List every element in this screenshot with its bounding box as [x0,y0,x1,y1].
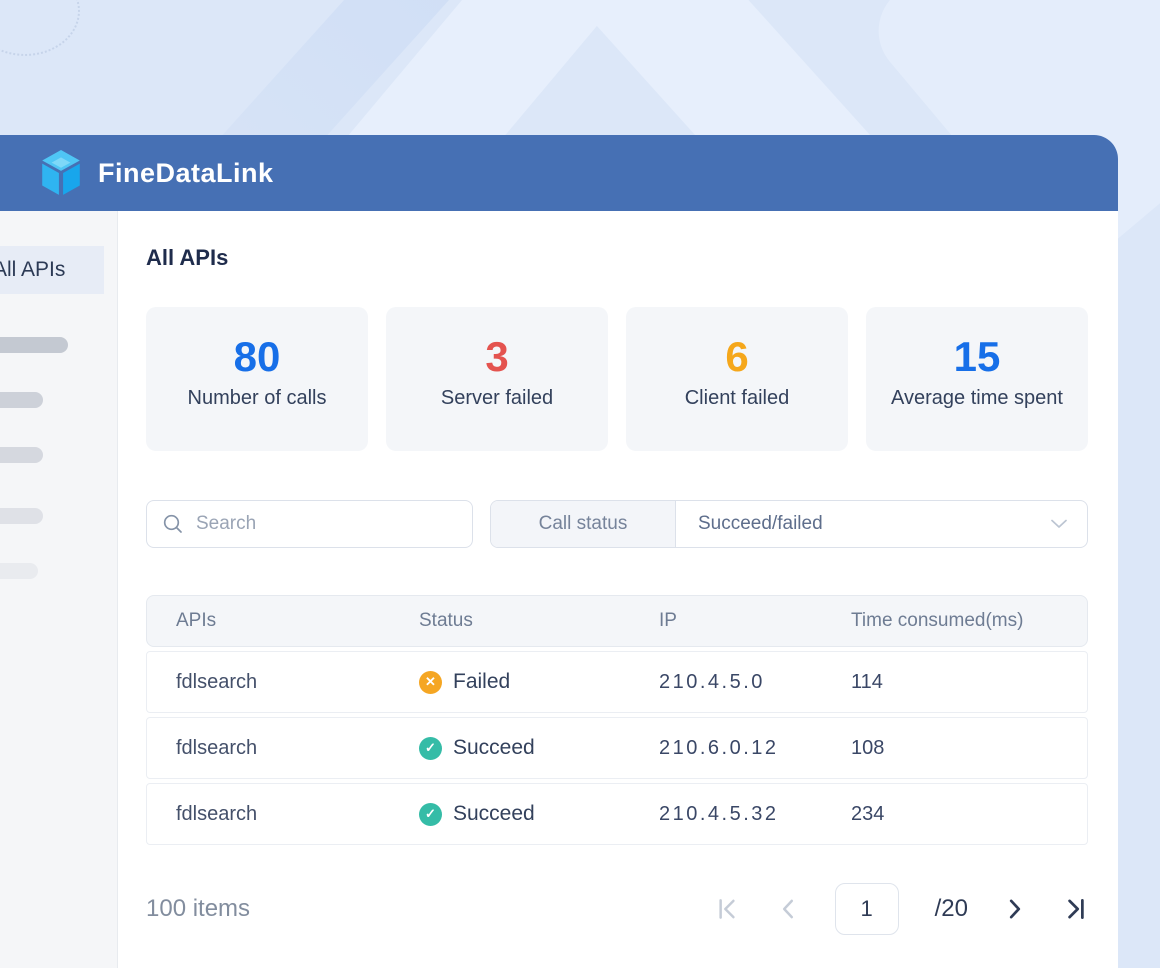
total-pages-label: /20 [935,895,968,923]
next-page-icon [1004,896,1026,922]
column-header-apis: APIs [147,610,419,632]
call-status-label: Call status [491,501,676,547]
stat-card-average-time-spent: 15 Average time spent [866,307,1088,451]
time-consumed-cell: 234 [851,803,1087,826]
sidebar-item-all-apis[interactable]: All APIs [0,246,104,294]
pagination: 1 /20 [715,883,1088,935]
sidebar-skeleton-item [0,563,38,579]
previous-page-button[interactable] [777,896,799,922]
sidebar-item-label: All APIs [0,258,65,282]
api-name-cell: fdlsearch [147,803,419,826]
stat-label: Number of calls [146,387,368,410]
brand-title: FineDataLink [98,158,274,189]
time-consumed-cell: 114 [851,671,1087,694]
stat-card-server-failed: 3 Server failed [386,307,608,451]
previous-page-icon [777,896,799,922]
column-header-status: Status [419,610,659,632]
items-count: 100 items [146,895,250,923]
stat-value: 3 [386,333,608,381]
status-text: Failed [453,670,510,694]
status-cell: ✓ Succeed [419,736,659,760]
brand-logo-cube-icon [38,149,84,197]
status-text: Succeed [453,736,535,760]
column-header-ip: IP [659,610,851,632]
status-cell: ✓ Succeed [419,802,659,826]
sidebar-skeleton-item [0,392,43,408]
search-box[interactable] [146,500,473,548]
status-succeed-icon: ✓ [419,737,442,760]
stat-label: Client failed [626,387,848,410]
search-input[interactable] [196,513,472,535]
api-name-cell: fdlsearch [147,671,419,694]
call-status-value: Succeed/failed [676,513,1051,535]
api-calls-table: APIs Status IP Time consumed(ms) fdlsear… [146,595,1088,845]
current-page-input[interactable]: 1 [835,883,899,935]
table-row[interactable]: fdlsearch ✕ Failed 210.4.5.0 114 [146,651,1088,713]
first-page-button[interactable] [715,896,741,922]
stat-value: 80 [146,333,368,381]
main-content: All APIs 80 Number of calls 3 Server fai… [118,211,1118,968]
search-icon [162,513,184,535]
ip-cell: 210.4.5.0 [659,671,851,694]
app-window: FineDataLink All APIs All APIs 80 Number… [0,135,1118,968]
stat-cards: 80 Number of calls 3 Server failed 6 Cli… [146,307,1088,451]
last-page-button[interactable] [1062,896,1088,922]
stat-label: Average time spent [866,387,1088,410]
status-text: Succeed [453,802,535,826]
ip-cell: 210.4.5.32 [659,803,851,826]
table-row[interactable]: fdlsearch ✓ Succeed 210.4.5.32 234 [146,783,1088,845]
ip-cell: 210.6.0.12 [659,737,851,760]
stat-label: Server failed [386,387,608,410]
table-row[interactable]: fdlsearch ✓ Succeed 210.6.0.12 108 [146,717,1088,779]
table-header-row: APIs Status IP Time consumed(ms) [146,595,1088,647]
app-header: FineDataLink [0,135,1118,211]
sidebar: All APIs [0,211,118,968]
stat-card-number-of-calls: 80 Number of calls [146,307,368,451]
status-succeed-icon: ✓ [419,803,442,826]
stat-value: 6 [626,333,848,381]
last-page-icon [1062,896,1088,922]
status-failed-icon: ✕ [419,671,442,694]
background-decoration-dots [0,0,80,56]
column-header-time-consumed: Time consumed(ms) [851,610,1087,632]
page-title: All APIs [146,245,1088,271]
api-name-cell: fdlsearch [147,737,419,760]
sidebar-skeleton-item [0,337,68,353]
first-page-icon [715,896,741,922]
stat-card-client-failed: 6 Client failed [626,307,848,451]
filter-bar: Call status Succeed/failed [146,500,1088,548]
next-page-button[interactable] [1004,896,1026,922]
call-status-dropdown[interactable]: Call status Succeed/failed [490,500,1088,548]
status-cell: ✕ Failed [419,670,659,694]
sidebar-skeleton-item [0,508,43,524]
table-footer: 100 items 1 /20 [146,883,1088,935]
chevron-down-icon [1051,519,1067,529]
sidebar-skeleton-item [0,447,43,463]
stat-value: 15 [866,333,1088,381]
time-consumed-cell: 108 [851,737,1087,760]
